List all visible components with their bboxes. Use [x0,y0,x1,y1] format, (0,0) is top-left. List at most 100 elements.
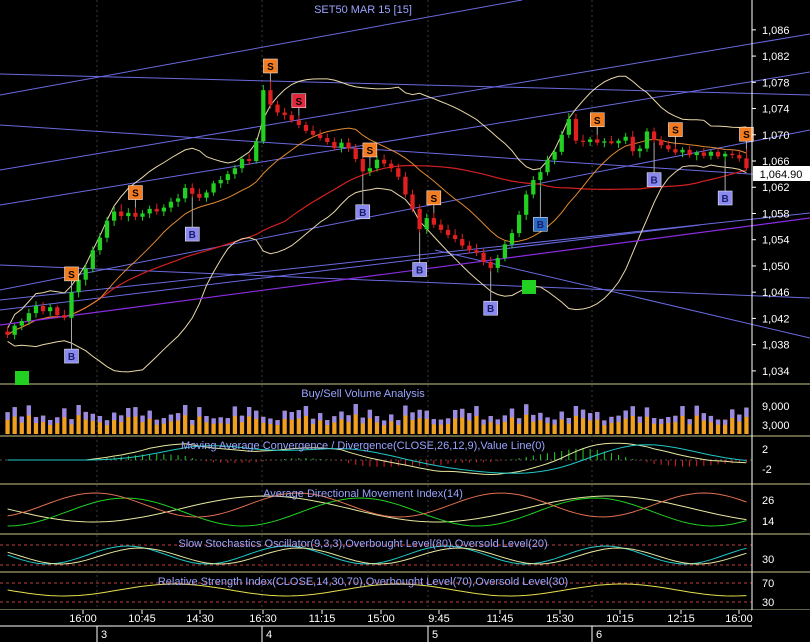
candle-body [374,159,380,169]
signal-label: S [367,146,374,157]
volume-bar-top [474,406,479,416]
volume-bar-top [211,418,216,424]
candle-body [183,187,188,199]
candle-body [630,136,635,152]
time-tick-label: 16:30 [249,613,277,625]
candle-body [438,224,444,230]
volume-bar-top [246,407,252,417]
candle-body [147,208,152,214]
candle-body [651,131,657,141]
candle-body [460,239,465,246]
panel-tick-label: 26 [762,495,774,507]
candle-body [445,229,451,236]
candle-body [424,218,429,230]
volume-bar-top [154,419,159,425]
candle-body [410,194,415,209]
candle-body [566,119,571,135]
candle-body [282,112,287,116]
volume-bar-top [403,405,408,416]
price-tick-label: 1,046 [762,287,790,299]
volume-bar-top [204,416,209,423]
panel-tick-label: 3,000 [762,420,790,432]
volume-bar-top [183,405,188,416]
volume-bar-top [389,414,394,422]
candle-body [12,325,17,335]
volume-bar-top [431,419,436,425]
candle-body [659,140,664,146]
candle-body [318,134,323,139]
price-tick-label: 1,058 [762,208,790,220]
chart-root: S B S B S S S B S B B B S B S B S 1,086 1,082 1,078 1,074 1,… [0,0,810,642]
price-tick-label: 1,082 [762,51,790,63]
time-tick-label: 16:00 [725,613,753,625]
volume-bar-top [445,418,451,424]
volume-bar-top [225,418,230,424]
volume-bar-top [360,417,365,424]
candle-body [509,233,515,245]
volume-bar-top [62,408,67,418]
candle-body [310,130,316,135]
volume-bar-top [374,416,380,423]
signal-label: S [672,126,679,137]
candle-body [559,134,564,152]
volume-bar-top [651,418,657,424]
volume-bar-top [282,410,287,419]
price-tick-label: 1,062 [762,182,790,194]
volume-bar-top [737,414,742,422]
candle-body [225,174,230,181]
volume-bar-top [708,415,714,423]
candle-body [723,153,728,157]
volume-bar-top [190,420,195,425]
volume-bar-top [438,419,444,425]
candle-body [19,321,24,326]
signal-label: S [594,116,601,127]
candle-body [481,252,486,263]
candle-body [417,208,422,230]
price-tick-label: 1,038 [762,340,790,352]
candle-body [701,152,706,156]
candle-body [467,245,472,251]
time-tick-label: 16:00 [69,613,97,625]
volume-bar-top [325,420,330,425]
volume-bar-top [175,413,181,421]
candle-body [531,180,536,195]
volume-bar-top [5,412,10,420]
volume-bar-top [644,407,650,417]
volume-bar-top [559,411,564,420]
candle-body [666,145,671,150]
volume-bar-top [545,417,550,424]
candle-body [538,172,543,181]
volume-bar-top [744,407,749,417]
volume-bar-top [55,417,60,424]
candle-body [715,151,721,157]
candle-body [104,220,110,238]
signal-label: S [267,62,274,73]
volume-bar-top [495,419,500,425]
candle-body [524,194,529,215]
date-tick-label: 5 [432,629,438,641]
volume-bar-top [673,415,678,423]
volume-bar-top [76,405,81,416]
panel-tick-label: -2 [762,464,772,476]
candle-body [502,244,508,259]
volume-bar-top [111,412,117,421]
panel-tick-label: 70 [762,578,774,590]
volume-bar-top [659,418,664,425]
signal-label: S [431,194,438,205]
volume-bar-top [197,407,202,417]
volume-bar-top [353,404,358,415]
candle-body [744,158,749,169]
signal-label: B [359,208,366,219]
candle-body [211,183,216,193]
chart-title: SET50 MAR 15 [15] [314,4,412,16]
signal-label: B [416,265,423,276]
candle-body [680,149,685,153]
panel-tick-label: 14 [762,516,774,528]
volume-bar-top [69,419,74,425]
candle-body [303,124,309,131]
candle-body [623,136,628,141]
candle-body [644,131,650,149]
candle-body [360,159,365,172]
candle-body [488,262,493,268]
signal-label: B [722,194,729,205]
